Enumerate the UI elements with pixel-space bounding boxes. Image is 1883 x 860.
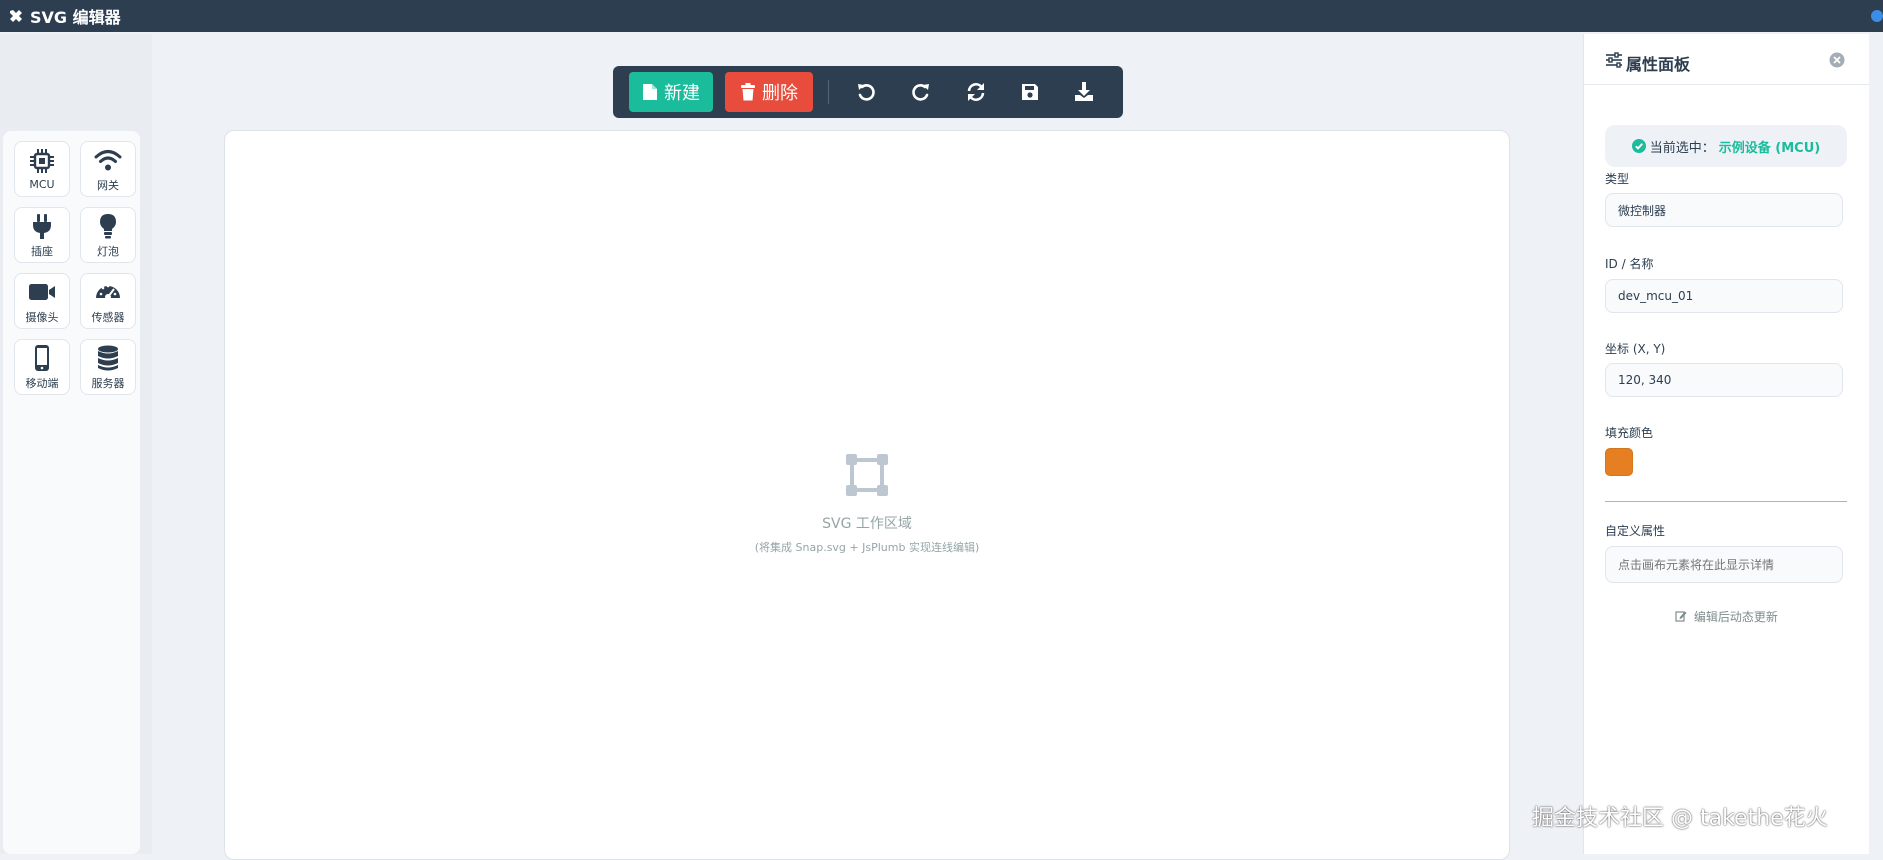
palette-item-mcu[interactable]: MCU xyxy=(14,141,70,197)
canvas-placeholder: SVG 工作区域 (将集成 Snap.svg + JsPlumb 实现连线编辑) xyxy=(225,451,1509,555)
gauge-icon xyxy=(96,284,120,300)
top-bar: SVG 编辑器 xyxy=(0,0,1883,32)
properties-divider xyxy=(1605,501,1847,502)
file-icon xyxy=(643,84,657,100)
refresh-icon xyxy=(967,83,985,101)
delete-button-label: 删除 xyxy=(762,83,798,104)
palette-label: 插座 xyxy=(31,244,53,258)
undo-button[interactable] xyxy=(852,78,880,106)
palette-label: 移动端 xyxy=(25,376,59,390)
app-title: SVG 编辑器 xyxy=(30,8,121,27)
svg-canvas[interactable]: SVG 工作区域 (将集成 Snap.svg + JsPlumb 实现连线编辑) xyxy=(224,130,1510,860)
new-button-label: 新建 xyxy=(664,83,700,104)
type-label: 类型 xyxy=(1605,172,1630,186)
palette-label: 传感器 xyxy=(91,310,125,324)
palette-label: 服务器 xyxy=(91,376,125,390)
toolbar: 新建 删除 xyxy=(613,66,1123,118)
save-icon xyxy=(1022,84,1038,100)
new-button[interactable]: 新建 xyxy=(629,72,713,112)
selected-value: 示例设备 (MCU) xyxy=(1718,140,1821,156)
edit-icon xyxy=(1675,611,1687,622)
fill-color-label: 填充颜色 xyxy=(1605,426,1654,440)
palette-item-socket[interactable]: 插座 xyxy=(14,207,70,263)
sidebar: MCU 网关 插座 灯泡 摄像头 传感器 移动端 服务器 xyxy=(0,34,152,854)
close-icon[interactable] xyxy=(1829,52,1845,68)
id-field[interactable] xyxy=(1605,279,1843,313)
id-label: ID / 名称 xyxy=(1605,257,1654,271)
lightbulb-icon xyxy=(100,213,116,238)
download-button[interactable] xyxy=(1070,78,1098,106)
download-icon xyxy=(1075,82,1093,101)
toolbar-divider xyxy=(828,80,829,104)
database-icon xyxy=(98,345,118,370)
chip-icon xyxy=(30,149,54,173)
video-camera-icon xyxy=(29,283,55,300)
selected-element-info: 当前选中： 示例设备 (MCU) xyxy=(1605,125,1847,167)
sliders-icon xyxy=(1606,52,1622,68)
component-palette-panel: MCU 网关 插座 灯泡 摄像头 传感器 移动端 服务器 xyxy=(3,131,140,854)
canvas-title: SVG 工作区域 xyxy=(822,516,912,532)
canvas-subtitle: (将集成 Snap.svg + JsPlumb 实现连线编辑) xyxy=(754,541,980,554)
trash-icon xyxy=(741,83,755,101)
custom-attr-label: 自定义属性 xyxy=(1605,524,1666,538)
wifi-icon xyxy=(94,149,122,170)
type-field[interactable] xyxy=(1605,193,1843,227)
edit-note: 编辑后动态更新 xyxy=(1584,608,1869,625)
watermark: 掘金技术社区 @ takethe花火 xyxy=(1532,806,1828,831)
palette-label: 灯泡 xyxy=(97,244,119,258)
delete-button[interactable]: 删除 xyxy=(725,72,813,112)
palette-item-server[interactable]: 服务器 xyxy=(80,339,136,395)
undo-icon xyxy=(858,84,875,101)
palette-item-mobile[interactable]: 移动端 xyxy=(14,339,70,395)
palette-label: 网关 xyxy=(97,178,119,192)
mobile-icon xyxy=(35,344,49,371)
palette-item-gateway[interactable]: 网关 xyxy=(80,141,136,197)
component-palette: MCU 网关 插座 灯泡 摄像头 传感器 移动端 服务器 xyxy=(14,141,136,395)
plug-icon xyxy=(33,213,51,239)
browser-edge-icon xyxy=(1863,6,1883,26)
properties-panel: 属性面板 当前选中： 示例设备 (MCU) 类型 ID / 名称 坐标 (X, … xyxy=(1583,34,1869,854)
check-circle-icon xyxy=(1631,139,1646,153)
coord-label: 坐标 (X, Y) xyxy=(1605,342,1666,356)
palette-label: MCU xyxy=(29,178,55,191)
redo-button[interactable] xyxy=(907,78,935,106)
vector-square-icon xyxy=(846,454,888,496)
redo-icon xyxy=(912,84,929,101)
save-button[interactable] xyxy=(1016,78,1044,106)
palette-item-camera[interactable]: 摄像头 xyxy=(14,273,70,329)
properties-header: 属性面板 xyxy=(1584,34,1869,85)
edit-note-text: 编辑后动态更新 xyxy=(1693,610,1778,624)
palette-label: 摄像头 xyxy=(25,310,59,324)
selected-prefix: 当前选中： xyxy=(1649,140,1715,156)
fill-color-swatch[interactable] xyxy=(1605,448,1633,476)
custom-attr-field[interactable] xyxy=(1605,546,1843,583)
properties-title: 属性面板 xyxy=(1626,55,1691,74)
refresh-button[interactable] xyxy=(962,78,990,106)
coord-field[interactable] xyxy=(1605,363,1843,397)
palette-item-sensor[interactable]: 传感器 xyxy=(80,273,136,329)
palette-item-bulb[interactable]: 灯泡 xyxy=(80,207,136,263)
tools-icon xyxy=(8,8,24,24)
